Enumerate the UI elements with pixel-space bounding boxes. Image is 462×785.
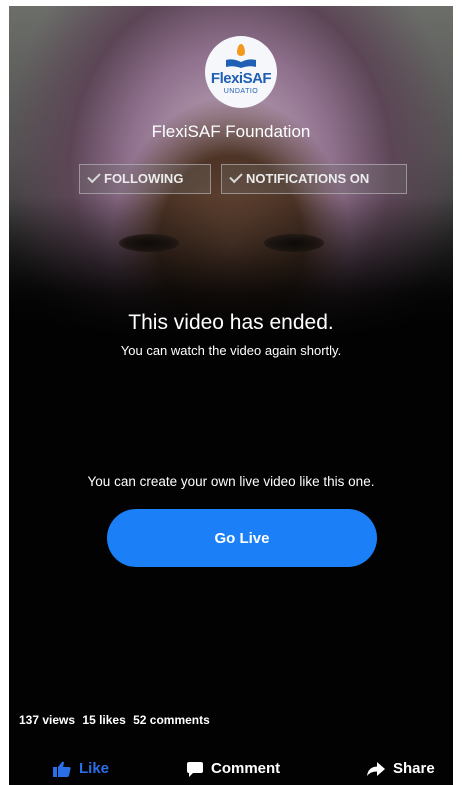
video-ended-title: This video has ended. [128,311,334,334]
thumbnail-detail [264,234,324,252]
go-live-button[interactable]: Go Live [107,509,377,567]
like-label: Like [79,760,110,777]
notifications-button[interactable]: NOTIFICATIONS ON [221,164,407,194]
comment-label: Comment [211,760,281,777]
share-button[interactable]: Share [367,758,435,780]
share-label: Share [393,760,435,777]
share-arrow-icon [367,762,385,777]
following-button[interactable]: FOLLOWING [79,164,211,194]
page-name[interactable]: FlexiSAF Foundation [9,122,453,142]
action-bar: Like Comment Share [9,758,453,780]
speech-bubble-icon [187,761,203,777]
page-logo[interactable]: FlexiSAF UNDATIO [205,36,277,108]
views-count[interactable]: 137 views [19,713,75,727]
following-label: FOLLOWING [104,171,184,186]
live-video-screen: FlexiSAF UNDATIO FlexiSAF Foundation FOL… [9,6,453,785]
logo-brand-text: FlexiSAF [210,70,272,87]
likes-count[interactable]: 15 likes [82,713,125,727]
create-live-prompt: You can create your own live video like … [87,474,375,489]
check-icon [229,169,243,184]
like-button[interactable]: Like [53,758,109,780]
logo-sub-text: UNDATIO [223,88,259,95]
flame-icon [237,44,245,56]
engagement-stats: 137 views 15 likes 52 comments [19,713,214,727]
comments-count[interactable]: 52 comments [133,713,210,727]
comment-button[interactable]: Comment [187,758,280,780]
thumbs-up-icon [53,761,71,778]
notifications-label: NOTIFICATIONS ON [246,171,370,186]
thumbnail-detail [119,234,179,252]
check-icon [87,169,101,184]
video-ended-subtitle: You can watch the video again shortly. [120,343,342,358]
book-icon [226,59,256,68]
